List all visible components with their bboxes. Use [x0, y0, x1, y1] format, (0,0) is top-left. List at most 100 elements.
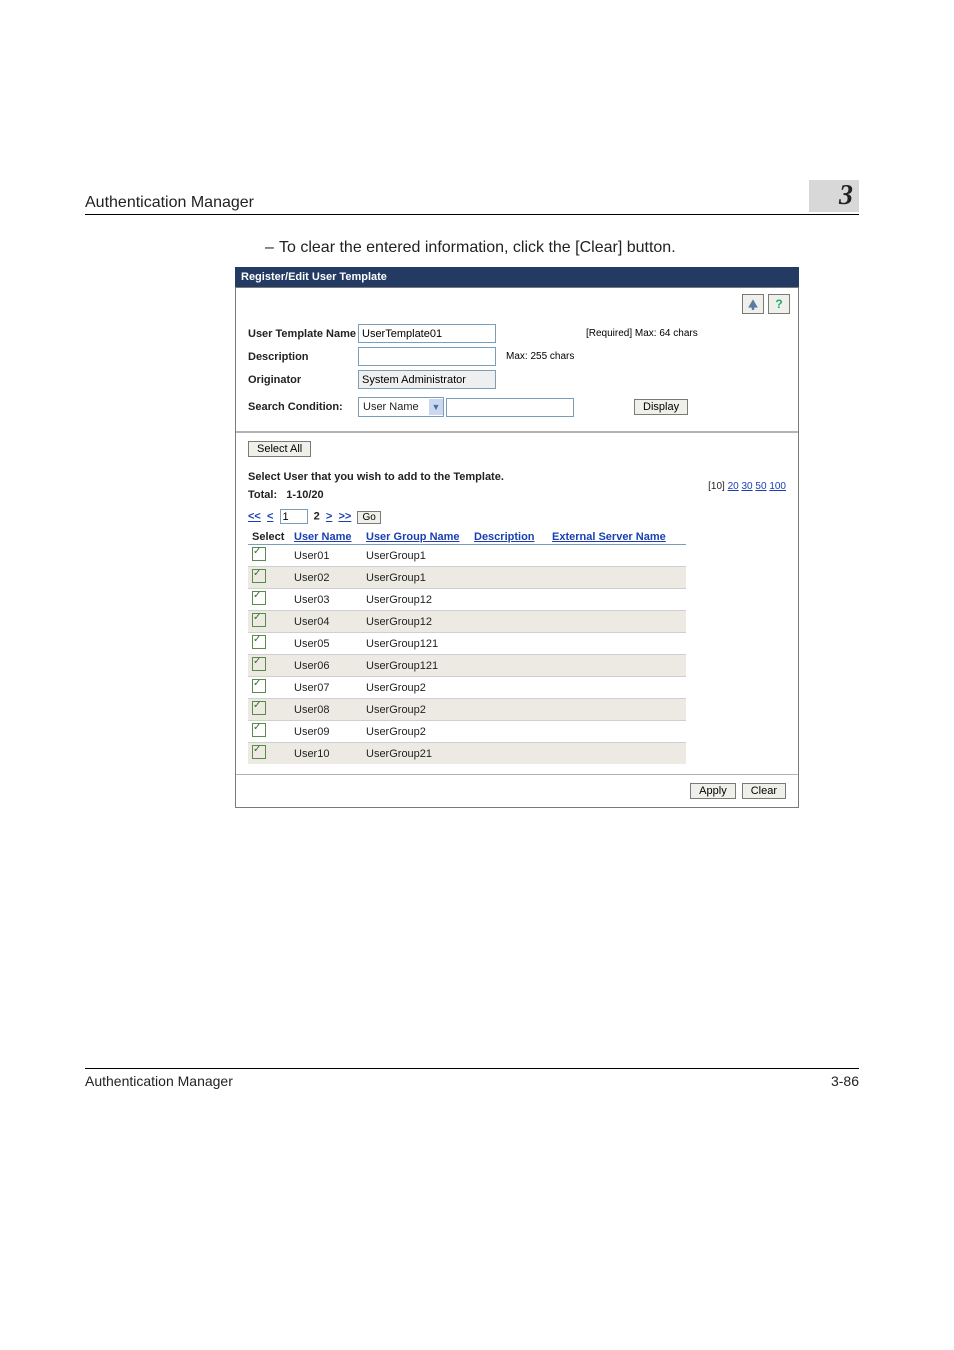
cell-description — [470, 655, 548, 677]
cell-external-server — [548, 655, 686, 677]
cell-description — [470, 633, 548, 655]
hint-template-name: [Required] Max: 64 chars — [586, 328, 698, 339]
cell-external-server — [548, 545, 686, 567]
label-originator: Originator — [248, 374, 358, 386]
cell-external-server — [548, 611, 686, 633]
cell-external-server — [548, 743, 686, 765]
cell-user-group: UserGroup21 — [362, 743, 470, 765]
col-description[interactable]: Description — [474, 531, 535, 543]
row-checkbox[interactable] — [252, 701, 266, 715]
cell-external-server — [548, 699, 686, 721]
cell-user-group: UserGroup2 — [362, 699, 470, 721]
pagesize-30[interactable]: 30 — [742, 481, 753, 492]
chapter-badge: 3 — [809, 180, 859, 212]
footer-title: Authentication Manager — [85, 1073, 233, 1089]
row-checkbox[interactable] — [252, 723, 266, 737]
page-header-title: Authentication Manager — [85, 194, 254, 212]
label-search-condition: Search Condition: — [248, 401, 358, 413]
select-search-field[interactable]: User Name ▼ — [358, 397, 444, 417]
pagesize-20[interactable]: 20 — [728, 481, 739, 492]
total-range: 1-10/20 — [286, 489, 323, 501]
window-title: Register/Edit User Template — [235, 267, 799, 287]
cell-user-name: User08 — [290, 699, 362, 721]
page-size-links: [10] 20 30 50 100 — [708, 481, 786, 492]
input-description[interactable] — [358, 347, 496, 366]
cell-description — [470, 545, 548, 567]
cell-user-group: UserGroup2 — [362, 677, 470, 699]
cell-user-group: UserGroup12 — [362, 611, 470, 633]
footer-page: 3-86 — [831, 1073, 859, 1089]
pagesize-50[interactable]: 50 — [755, 481, 766, 492]
row-checkbox[interactable] — [252, 613, 266, 627]
table-row: User07UserGroup2 — [248, 677, 686, 699]
pager-page-input[interactable] — [280, 509, 308, 524]
pager-next[interactable]: > — [326, 511, 332, 523]
table-row: User02UserGroup1 — [248, 567, 686, 589]
up-icon[interactable] — [742, 294, 764, 314]
table-row: User05UserGroup121 — [248, 633, 686, 655]
table-row: User09UserGroup2 — [248, 721, 686, 743]
clear-button[interactable]: Clear — [742, 783, 786, 799]
cell-description — [470, 721, 548, 743]
cell-user-name: User06 — [290, 655, 362, 677]
table-row: User08UserGroup2 — [248, 699, 686, 721]
cell-user-group: UserGroup2 — [362, 721, 470, 743]
label-template-name: User Template Name — [248, 328, 358, 340]
cell-user-group: UserGroup1 — [362, 545, 470, 567]
cell-user-name: User01 — [290, 545, 362, 567]
cell-user-group: UserGroup121 — [362, 655, 470, 677]
row-checkbox[interactable] — [252, 745, 266, 759]
pager-prev[interactable]: < — [267, 511, 273, 523]
cell-description — [470, 699, 548, 721]
table-row: User01UserGroup1 — [248, 545, 686, 567]
row-checkbox[interactable] — [252, 569, 266, 583]
pagesize-100[interactable]: 100 — [769, 481, 786, 492]
user-table: Select User Name User Group Name Descrip… — [248, 530, 686, 764]
label-description: Description — [248, 351, 358, 363]
apply-button[interactable]: Apply — [690, 783, 736, 799]
table-row: User06UserGroup121 — [248, 655, 686, 677]
cell-user-name: User02 — [290, 567, 362, 589]
col-user-group[interactable]: User Group Name — [366, 531, 460, 543]
col-select: Select — [248, 530, 290, 545]
row-checkbox[interactable] — [252, 635, 266, 649]
chevron-down-icon: ▼ — [429, 399, 443, 415]
row-checkbox[interactable] — [252, 591, 266, 605]
pager-last[interactable]: >> — [338, 511, 351, 523]
cell-user-group: UserGroup1 — [362, 567, 470, 589]
cell-external-server — [548, 567, 686, 589]
pager-next-num: 2 — [314, 511, 320, 523]
total-label: Total: — [248, 489, 277, 501]
pager-first[interactable]: << — [248, 511, 261, 523]
cell-description — [470, 677, 548, 699]
row-checkbox[interactable] — [252, 657, 266, 671]
cell-user-group: UserGroup121 — [362, 633, 470, 655]
help-icon[interactable]: ? — [768, 294, 790, 314]
cell-external-server — [548, 589, 686, 611]
cell-user-name: User05 — [290, 633, 362, 655]
cell-external-server — [548, 633, 686, 655]
cell-user-name: User04 — [290, 611, 362, 633]
table-row: User10UserGroup21 — [248, 743, 686, 765]
row-checkbox[interactable] — [252, 547, 266, 561]
table-row: User03UserGroup12 — [248, 589, 686, 611]
display-button[interactable]: Display — [634, 399, 688, 415]
cell-user-group: UserGroup12 — [362, 589, 470, 611]
row-checkbox[interactable] — [252, 679, 266, 693]
input-originator — [358, 370, 496, 389]
cell-external-server — [548, 677, 686, 699]
pager-go-button[interactable]: Go — [357, 511, 380, 524]
table-row: User04UserGroup12 — [248, 611, 686, 633]
col-user-name[interactable]: User Name — [294, 531, 351, 543]
cell-user-name: User09 — [290, 721, 362, 743]
select-all-button[interactable]: Select All — [248, 441, 311, 457]
cell-user-name: User10 — [290, 743, 362, 765]
input-template-name[interactable] — [358, 324, 496, 343]
cell-external-server — [548, 721, 686, 743]
cell-description — [470, 567, 548, 589]
hint-description: Max: 255 chars — [506, 351, 574, 362]
cell-description — [470, 743, 548, 765]
input-search-value[interactable] — [446, 398, 574, 417]
col-external-server[interactable]: External Server Name — [552, 531, 666, 543]
cell-description — [470, 589, 548, 611]
